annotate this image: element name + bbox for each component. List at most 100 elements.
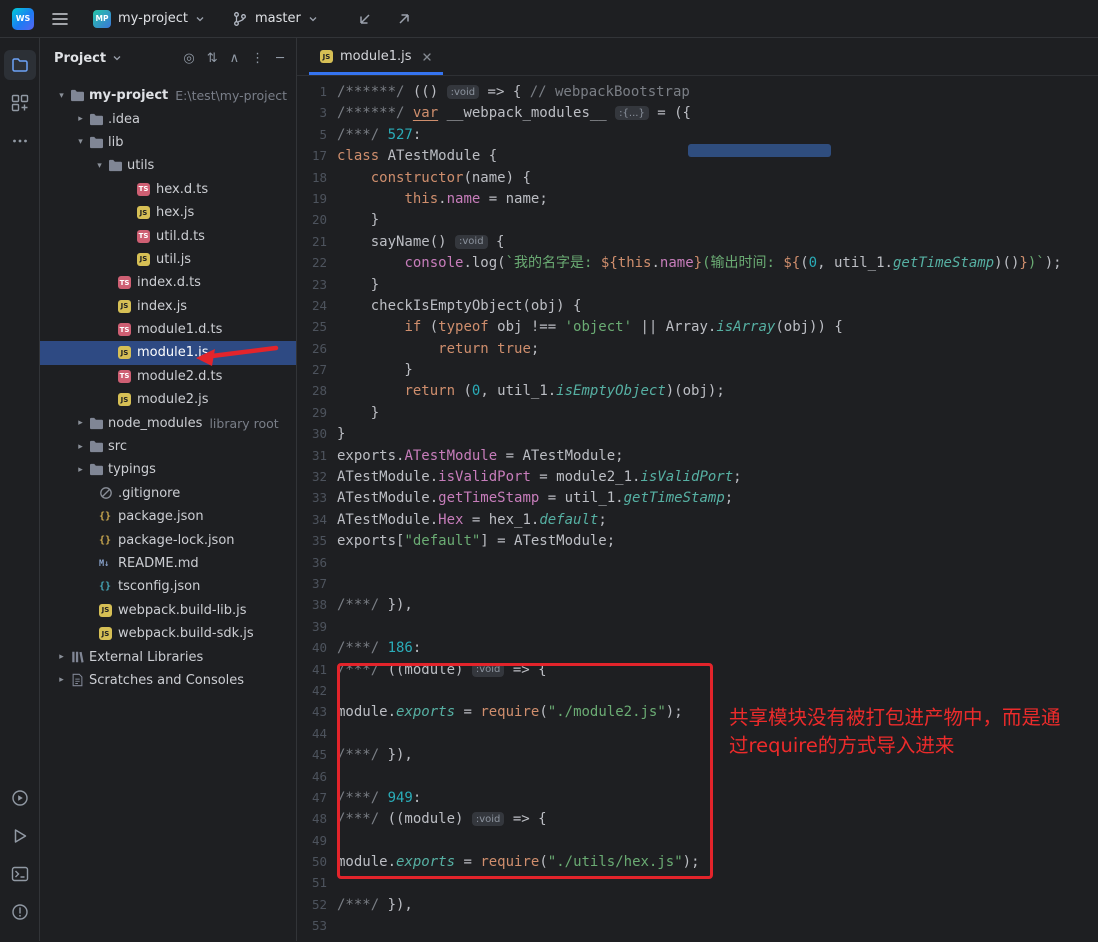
line-number[interactable]: 43: [297, 701, 327, 722]
expand-all-icon[interactable]: ⇅: [207, 52, 218, 65]
main-menu-icon[interactable]: [47, 6, 73, 32]
line-number[interactable]: 19: [297, 188, 327, 209]
code-line-37[interactable]: 37: [297, 573, 1098, 594]
tree-item-idea[interactable]: ▸.idea: [40, 107, 296, 130]
code-line-29[interactable]: 29 }: [297, 402, 1098, 423]
code-line-22[interactable]: 22 console.log(`我的名字是: ${this.name}(输出时间…: [297, 252, 1098, 273]
run-icon[interactable]: [4, 821, 36, 851]
project-icon[interactable]: [4, 50, 36, 80]
line-number[interactable]: 33: [297, 487, 327, 508]
tree-item-scratches-and-consoles[interactable]: ▸Scratches and Consoles: [40, 669, 296, 692]
line-number[interactable]: 36: [297, 552, 327, 573]
type-hint-inlay[interactable]: :void: [472, 812, 505, 826]
line-number[interactable]: 26: [297, 338, 327, 359]
line-number[interactable]: 49: [297, 830, 327, 851]
tree-item-external-libraries[interactable]: ▸External Libraries: [40, 645, 296, 668]
chevron-right-icon[interactable]: ▸: [53, 652, 70, 662]
code-line-32[interactable]: 32ATestModule.isValidPort = module2_1.is…: [297, 466, 1098, 487]
code-line-5[interactable]: 5/***/ 527:: [297, 124, 1098, 145]
code-line-18[interactable]: 18 constructor(name) {: [297, 167, 1098, 188]
tree-item-hex-js[interactable]: JShex.js: [40, 201, 296, 224]
code-line-1[interactable]: 1/******/ (() :void => { // webpackBoots…: [297, 81, 1098, 102]
line-number[interactable]: 17: [297, 145, 327, 166]
tree-item-node-modules[interactable]: ▸node_moduleslibrary root: [40, 411, 296, 434]
select-opened-file-icon[interactable]: ◎: [183, 52, 194, 65]
project-widget[interactable]: MP my-project: [86, 6, 212, 32]
hide-icon[interactable]: ─: [276, 52, 284, 65]
line-number[interactable]: 47: [297, 787, 327, 808]
tree-item-utils[interactable]: ▾utils: [40, 154, 296, 177]
chevron-down-icon[interactable]: ▾: [53, 91, 70, 101]
tree-item-util-js[interactable]: JSutil.js: [40, 248, 296, 271]
type-hint-inlay[interactable]: :void: [447, 85, 480, 99]
line-number[interactable]: 23: [297, 274, 327, 295]
line-number[interactable]: 40: [297, 637, 327, 658]
tree-item-src[interactable]: ▸src: [40, 435, 296, 458]
services-icon[interactable]: [4, 783, 36, 813]
line-number[interactable]: 51: [297, 872, 327, 893]
tree-item-module2-d-ts[interactable]: TSmodule2.d.ts: [40, 365, 296, 388]
tree-item-my-project[interactable]: ▾my-projectE:\test\my-project: [40, 84, 296, 107]
line-number[interactable]: 39: [297, 616, 327, 637]
code-line-21[interactable]: 21 sayName() :void {: [297, 231, 1098, 252]
code-line-48[interactable]: 48/***/ ((module) :void => {: [297, 808, 1098, 829]
line-number[interactable]: 25: [297, 316, 327, 337]
options-icon[interactable]: ⋮: [251, 52, 264, 65]
chevron-right-icon[interactable]: ▸: [72, 442, 89, 452]
tab-module1-js[interactable]: JS module1.js: [309, 38, 443, 75]
tree-item-readme-md[interactable]: M↓README.md: [40, 552, 296, 575]
problems-icon[interactable]: [4, 897, 36, 927]
tree-item-index-d-ts[interactable]: TSindex.d.ts: [40, 271, 296, 294]
code-line-27[interactable]: 27 }: [297, 359, 1098, 380]
collapse-all-icon[interactable]: ∧: [230, 52, 240, 65]
chevron-down-icon[interactable]: ▾: [91, 161, 108, 171]
code-line-31[interactable]: 31exports.ATestModule = ATestModule;: [297, 445, 1098, 466]
line-number[interactable]: 24: [297, 295, 327, 316]
tree-item-typings[interactable]: ▸typings: [40, 458, 296, 481]
code-line-51[interactable]: 51: [297, 872, 1098, 893]
webstorm-logo-icon[interactable]: WS: [12, 8, 34, 30]
line-number[interactable]: 20: [297, 209, 327, 230]
code-line-36[interactable]: 36: [297, 552, 1098, 573]
line-number[interactable]: 45: [297, 744, 327, 765]
code-line-41[interactable]: 41/***/ ((module) :void => {: [297, 659, 1098, 680]
code-line-25[interactable]: 25 if (typeof obj !== 'object' || Array.…: [297, 316, 1098, 337]
vcs-branch-widget[interactable]: master: [225, 7, 325, 31]
tree-item-hex-d-ts[interactable]: TShex.d.ts: [40, 178, 296, 201]
code-line-40[interactable]: 40/***/ 186:: [297, 637, 1098, 658]
tree-item-util-d-ts[interactable]: TSutil.d.ts: [40, 224, 296, 247]
code-line-38[interactable]: 38/***/ }),: [297, 594, 1098, 615]
line-number[interactable]: 53: [297, 915, 327, 936]
tree-item-module1-d-ts[interactable]: TSmodule1.d.ts: [40, 318, 296, 341]
line-number[interactable]: 28: [297, 380, 327, 401]
code-line-3[interactable]: 3/******/ var __webpack_modules__ :{...}…: [297, 102, 1098, 123]
code-line-39[interactable]: 39: [297, 616, 1098, 637]
terminal-icon[interactable]: [4, 859, 36, 889]
tree-item-module2-js[interactable]: JSmodule2.js: [40, 388, 296, 411]
line-number[interactable]: 52: [297, 894, 327, 915]
code-line-43[interactable]: 43module.exports = require("./module2.js…: [297, 701, 1098, 722]
type-hint-inlay[interactable]: :void: [455, 235, 488, 249]
tree-item-index-js[interactable]: JSindex.js: [40, 295, 296, 318]
arrow-down-left-icon[interactable]: [352, 6, 378, 32]
code-line-35[interactable]: 35exports["default"] = ATestModule;: [297, 530, 1098, 551]
arrow-up-right-icon[interactable]: [391, 6, 417, 32]
code-line-30[interactable]: 30}: [297, 423, 1098, 444]
tree-item-package-json[interactable]: {}package.json: [40, 505, 296, 528]
line-number[interactable]: 1: [297, 81, 327, 102]
line-number[interactable]: 18: [297, 167, 327, 188]
line-number[interactable]: 41: [297, 659, 327, 680]
line-number[interactable]: 30: [297, 423, 327, 444]
chevron-down-icon[interactable]: ▾: [72, 137, 89, 147]
code-line-23[interactable]: 23 }: [297, 274, 1098, 295]
line-number[interactable]: 38: [297, 594, 327, 615]
line-number[interactable]: 29: [297, 402, 327, 423]
type-hint-inlay[interactable]: :{...}: [615, 106, 649, 120]
tree-item-webpack-build-lib-js[interactable]: JSwebpack.build-lib.js: [40, 599, 296, 622]
line-number[interactable]: 21: [297, 231, 327, 252]
line-number[interactable]: 32: [297, 466, 327, 487]
structure-icon[interactable]: [4, 88, 36, 118]
tree-item-module1-js[interactable]: JSmodule1.js: [40, 341, 296, 364]
code-line-45[interactable]: 45/***/ }),: [297, 744, 1098, 765]
code-line-53[interactable]: 53: [297, 915, 1098, 936]
